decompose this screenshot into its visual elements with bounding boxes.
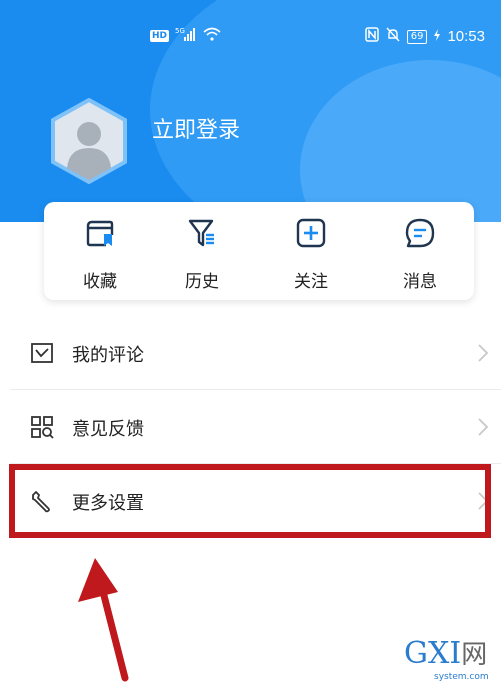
quick-action-label: 消息 [403,272,437,292]
highlight-annotation-box [9,464,491,538]
chevron-right-icon [477,417,489,437]
quick-action-label: 历史 [185,272,219,292]
quick-actions-card: 收藏 历史 关注 消息 [44,202,474,300]
history-filter-icon [186,217,218,249]
site-watermark: GXI网 system.com [404,638,500,688]
network-label: 5G [175,27,185,35]
battery-indicator: 69 [406,29,428,44]
status-right: 69 10:53 [364,27,485,46]
quick-action-label: 关注 [294,272,328,292]
menu-item-label: 我的评论 [72,345,144,366]
message-icon [404,217,436,249]
avatar[interactable] [50,97,128,185]
quick-action-history[interactable]: 历史 [162,212,242,292]
comment-icon [30,341,54,365]
status-bar: HD 5G 69 10:53 [0,22,501,52]
chevron-right-icon [477,343,489,363]
nfc-icon [364,27,379,46]
hd-badge: HD [150,30,170,42]
mute-bell-icon [386,27,400,46]
quick-action-messages[interactable]: 消息 [380,212,460,292]
wifi-icon [203,27,221,45]
menu-item-label: 意见反馈 [72,419,144,440]
red-arrow-annotation-icon [60,550,180,685]
add-follow-icon [295,217,327,249]
watermark-logo: GXI网 [404,636,488,671]
signal-icon: 5G [175,27,197,45]
quick-action-follow[interactable]: 关注 [271,212,351,292]
watermark-domain: system.com [434,672,489,682]
status-left: HD 5G [150,27,221,45]
feedback-grid-icon [30,415,54,439]
quick-action-favorites[interactable]: 收藏 [60,212,140,292]
bookmark-icon [84,217,116,249]
menu-item-my-comments[interactable]: 我的评论 [0,316,501,390]
charging-icon [434,28,441,45]
login-link[interactable]: 立即登录 [152,112,240,144]
clock: 10:53 [447,28,485,45]
avatar-hexagon-icon [51,97,127,185]
menu-item-feedback[interactable]: 意见反馈 [0,390,501,464]
quick-action-label: 收藏 [83,272,117,292]
